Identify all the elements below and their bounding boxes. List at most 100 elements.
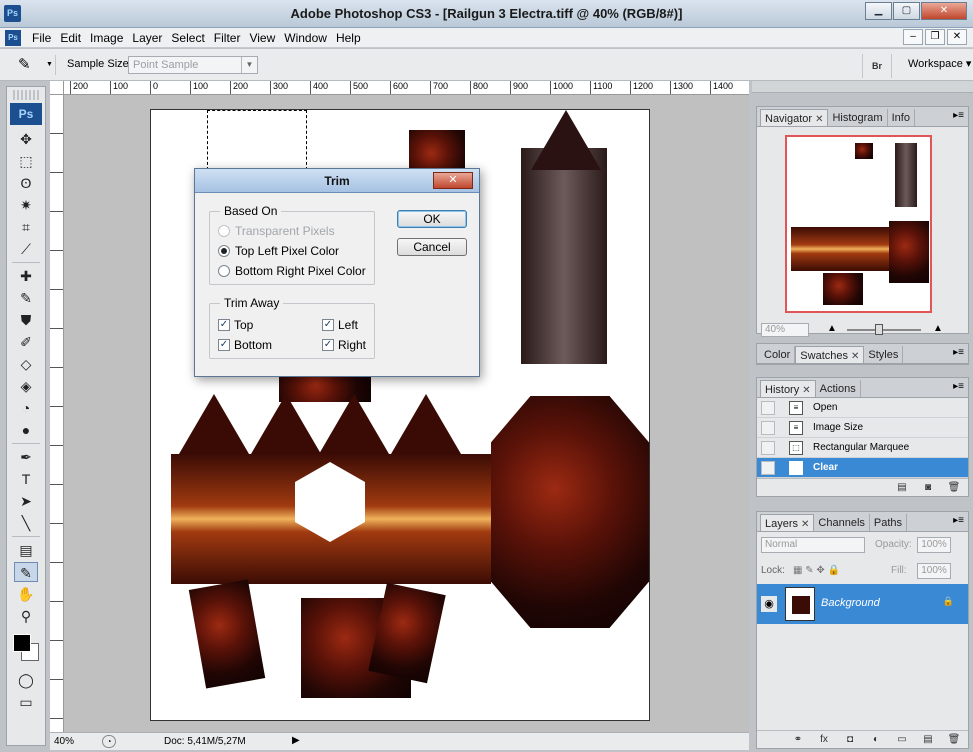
tab-info[interactable]: Info <box>888 109 915 126</box>
type-tool-icon[interactable]: T <box>14 469 38 489</box>
radio-bottom-right-pixel-color[interactable] <box>218 265 230 277</box>
zoom-in-icon[interactable]: ▲ <box>933 323 943 334</box>
clone-stamp-tool-icon[interactable]: ⛊ <box>14 310 38 330</box>
document-icon[interactable]: Ps <box>5 30 21 46</box>
tab-color[interactable]: Color <box>760 346 796 363</box>
menu-file[interactable]: File <box>32 30 58 46</box>
doc-close-button[interactable]: ✕ <box>947 29 967 45</box>
opacity-input[interactable]: 100% <box>917 537 951 553</box>
close-icon[interactable]: ✕ <box>801 519 809 530</box>
tab-history[interactable]: History ✕ <box>760 380 816 397</box>
workspace-menu[interactable]: Workspace ▾ <box>908 57 971 70</box>
checkbox-bottom[interactable]: ✓ Bottom <box>218 338 272 352</box>
tool-preset-picker[interactable]: ✎ ▼ <box>18 55 56 75</box>
history-item-rectangular-marquee[interactable]: ⬚ Rectangular Marquee <box>757 438 968 458</box>
menu-edit[interactable]: Edit <box>60 30 88 46</box>
option-top-left-pixel-color[interactable]: Top Left Pixel Color <box>218 244 339 258</box>
status-menu-arrow[interactable]: ▶ <box>292 735 300 746</box>
screen-mode-icon[interactable]: ▭ <box>14 692 38 712</box>
panel-menu-icon[interactable]: ▸≡ <box>953 347 964 358</box>
hand-tool-icon[interactable]: ✋ <box>14 584 38 604</box>
menu-image[interactable]: Image <box>90 30 130 46</box>
close-icon[interactable]: ✕ <box>851 351 859 362</box>
dodge-tool-icon[interactable]: ● <box>14 420 38 440</box>
pen-tool-icon[interactable]: ✒ <box>14 447 38 467</box>
ruler-origin[interactable] <box>50 81 64 95</box>
history-source-checkbox[interactable] <box>761 441 775 455</box>
layer-row-background[interactable]: ◉ Background 🔒 <box>757 584 968 624</box>
doc-minimize-button[interactable]: – <box>903 29 923 45</box>
zoom-slider-handle[interactable] <box>875 324 883 335</box>
adjustment-layer-icon[interactable]: ◐ <box>868 734 884 746</box>
zoom-level[interactable]: 40% <box>54 736 74 747</box>
trash-icon[interactable]: 🗑 <box>946 734 962 746</box>
trash-icon[interactable]: 🗑 <box>946 482 962 494</box>
navigator-zoom-input[interactable]: 40% <box>761 323 809 337</box>
menu-select[interactable]: Select <box>171 30 211 46</box>
toolbox-grip[interactable] <box>13 90 39 100</box>
healing-brush-tool-icon[interactable]: ✚ <box>14 266 38 286</box>
foreground-color-swatch[interactable] <box>13 634 31 652</box>
status-info-icon[interactable]: ◔ <box>102 735 116 748</box>
close-button[interactable]: ✕ <box>921 2 967 20</box>
close-icon[interactable]: ✕ <box>815 114 823 125</box>
blend-mode-select[interactable]: Normal <box>761 537 865 553</box>
cancel-button[interactable]: Cancel <box>397 238 467 256</box>
new-layer-icon[interactable]: ▤ <box>920 734 936 746</box>
dialog-close-button[interactable]: ✕ <box>433 172 473 189</box>
history-item-image-size[interactable]: ≡ Image Size <box>757 418 968 438</box>
layer-style-icon[interactable]: fx <box>816 734 832 746</box>
close-icon[interactable]: ✕ <box>802 385 810 396</box>
notes-tool-icon[interactable]: ▤ <box>14 540 38 560</box>
tab-swatches[interactable]: Swatches ✕ <box>795 346 865 363</box>
lock-options-icon[interactable]: ▦ ✎ ✥ 🔒 <box>793 565 840 576</box>
quick-mask-icon[interactable]: ◯ <box>14 670 38 690</box>
tab-layers[interactable]: Layers ✕ <box>760 514 815 531</box>
vertical-ruler[interactable] <box>50 95 64 732</box>
zoom-tool-icon[interactable]: ⚲ <box>14 606 38 626</box>
checkmark-icon[interactable]: ✓ <box>218 319 230 331</box>
new-snapshot-icon[interactable]: ◙ <box>920 482 936 494</box>
navigator-preview[interactable] <box>785 135 932 313</box>
line-tool-icon[interactable]: ╲ <box>14 513 38 533</box>
paint-bucket-tool-icon[interactable]: ◈ <box>14 376 38 396</box>
path-selection-tool-icon[interactable]: ➤ <box>14 491 38 511</box>
new-group-icon[interactable]: ▭ <box>894 734 910 746</box>
crop-tool-icon[interactable]: ⌗ <box>14 217 38 237</box>
panel-dock-header[interactable] <box>752 81 973 93</box>
menu-window[interactable]: Window <box>284 30 334 46</box>
sample-size-select[interactable]: Point Sample ▼ <box>128 56 258 74</box>
history-source-checkbox[interactable] <box>761 401 775 415</box>
menu-view[interactable]: View <box>249 30 282 46</box>
brush-tool-icon[interactable]: ✎ <box>14 288 38 308</box>
menu-layer[interactable]: Layer <box>132 30 169 46</box>
minimize-button[interactable]: ▁ <box>865 2 892 20</box>
zoom-slider-track[interactable] <box>847 329 921 331</box>
link-layers-icon[interactable]: ⚭ <box>790 734 806 746</box>
fill-input[interactable]: 100% <box>917 563 951 579</box>
move-tool-icon[interactable]: ✥ <box>14 129 38 149</box>
photoshop-logo[interactable]: Ps <box>10 103 42 125</box>
maximize-button[interactable]: ▢ <box>893 2 920 20</box>
panel-menu-icon[interactable]: ▸≡ <box>953 381 964 392</box>
tab-navigator[interactable]: Navigator ✕ <box>760 109 829 126</box>
blur-tool-icon[interactable]: ◔ <box>14 398 38 418</box>
history-source-checkbox[interactable] <box>761 461 775 475</box>
checkmark-icon[interactable]: ✓ <box>218 339 230 351</box>
checkbox-right[interactable]: ✓ Right <box>322 338 366 352</box>
panel-menu-icon[interactable]: ▸≡ <box>953 110 964 121</box>
checkbox-left[interactable]: ✓ Left <box>322 318 358 332</box>
slice-tool-icon[interactable]: ⟋ <box>14 239 38 259</box>
horizontal-ruler[interactable]: 200 100 0 100 200 300 400 500 600 700 80… <box>64 81 749 95</box>
eyedropper-tool-icon[interactable]: ✎ <box>14 562 38 582</box>
history-item-clear[interactable]: ≡ Clear <box>757 458 968 478</box>
ok-button[interactable]: OK <box>397 210 467 228</box>
magic-wand-tool-icon[interactable]: ✷ <box>14 195 38 215</box>
radio-top-left-pixel-color[interactable] <box>218 245 230 257</box>
checkmark-icon[interactable]: ✓ <box>322 339 334 351</box>
option-bottom-right-pixel-color[interactable]: Bottom Right Pixel Color <box>218 264 366 278</box>
panel-menu-icon[interactable]: ▸≡ <box>953 515 964 526</box>
doc-restore-button[interactable]: ❐ <box>925 29 945 45</box>
menu-filter[interactable]: Filter <box>214 30 248 46</box>
tab-styles[interactable]: Styles <box>864 346 904 363</box>
